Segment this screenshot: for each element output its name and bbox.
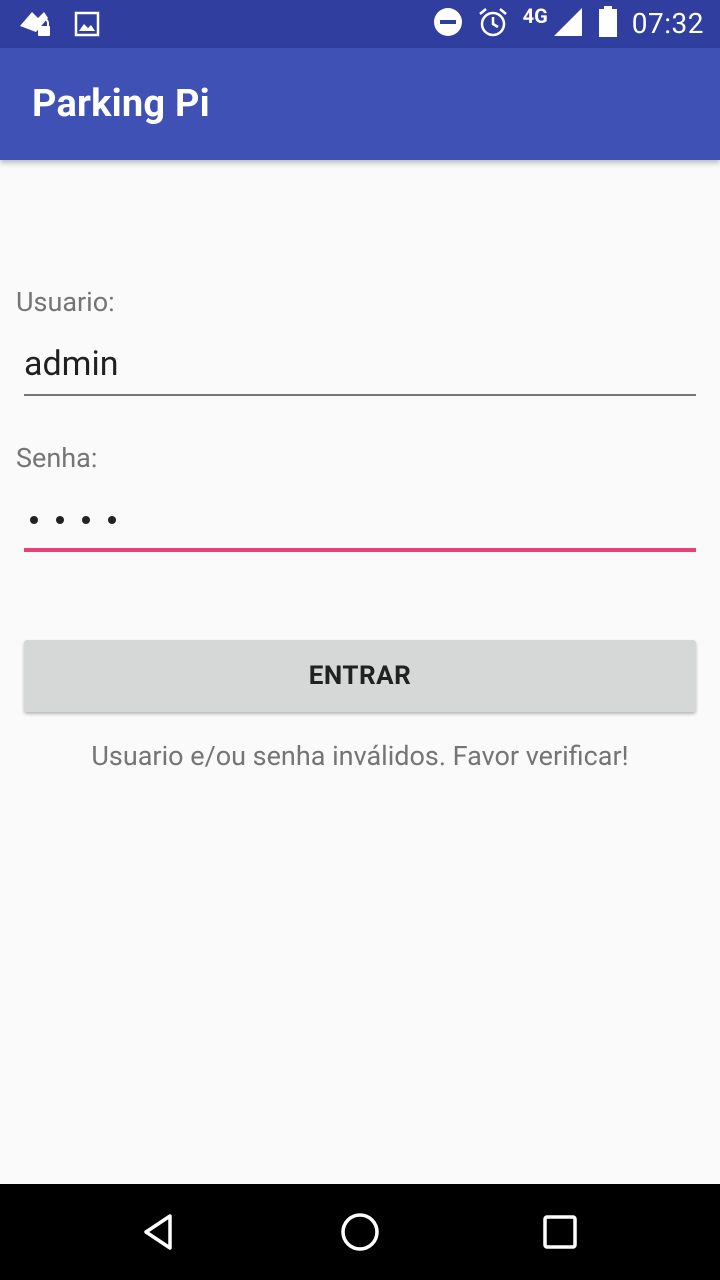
login-button[interactable]: ENTRAR xyxy=(24,640,696,712)
username-label: Usuario: xyxy=(16,286,115,318)
navigation-bar xyxy=(0,1184,720,1280)
image-icon xyxy=(74,11,100,41)
password-dot xyxy=(108,516,116,524)
app-title: Parking Pi xyxy=(32,82,210,126)
password-dot xyxy=(56,516,64,524)
error-message: Usuario e/ou senha inválidos. Favor veri… xyxy=(91,740,629,772)
recents-icon[interactable] xyxy=(536,1208,584,1256)
do-not-disturb-icon xyxy=(433,7,463,41)
username-field[interactable]: admin xyxy=(24,340,696,396)
clock: 07:32 xyxy=(631,7,704,40)
signal-icon xyxy=(552,6,584,42)
password-field[interactable] xyxy=(24,496,696,552)
vpn-lock-icon xyxy=(18,8,54,44)
back-icon[interactable] xyxy=(136,1208,184,1256)
home-icon[interactable] xyxy=(336,1208,384,1256)
battery-icon xyxy=(598,6,618,42)
status-bar: 4G 07:32 xyxy=(0,0,720,48)
app-bar: Parking Pi xyxy=(0,48,720,160)
password-mask xyxy=(24,496,696,544)
password-dot xyxy=(30,516,38,524)
alarm-icon xyxy=(477,6,509,42)
password-label: Senha: xyxy=(16,442,98,474)
username-value: admin xyxy=(24,344,119,384)
username-underline xyxy=(24,394,696,396)
network-type: 4G xyxy=(522,4,548,28)
password-underline xyxy=(24,548,696,552)
password-dot xyxy=(82,516,90,524)
